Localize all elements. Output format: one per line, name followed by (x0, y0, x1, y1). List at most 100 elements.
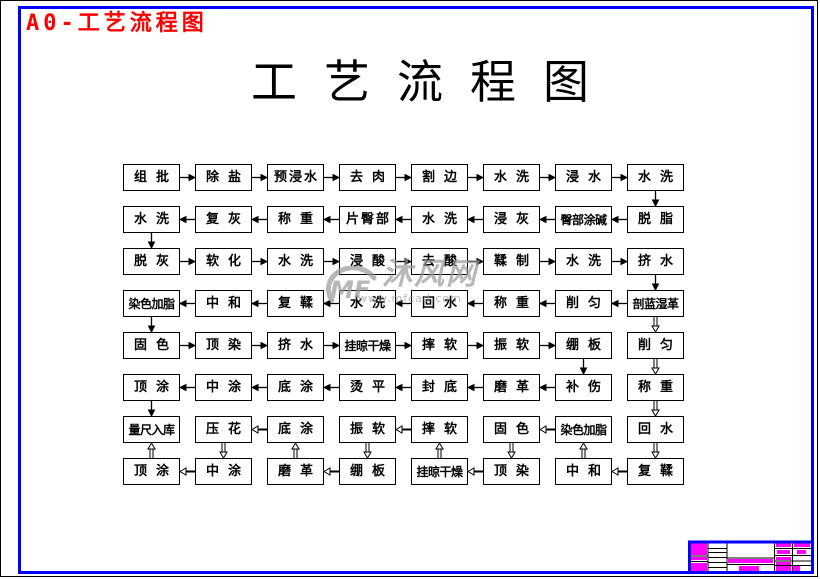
process-step-label: 固色 (493, 422, 538, 437)
process-step-label: 底涂 (277, 380, 322, 395)
process-step-label: 复鞣 (277, 296, 322, 311)
process-step-label: 中涂 (205, 464, 250, 479)
process-step-label: 水洗 (421, 212, 466, 227)
process-step: 复鞣 (267, 290, 324, 317)
process-step-label: 挂晾干燥 (344, 338, 391, 353)
process-step-label: 磨革 (277, 464, 322, 479)
process-step-label: 臀部涂碱 (560, 212, 607, 227)
process-step-label: 水洗 (493, 170, 538, 185)
process-step: 振软 (483, 332, 540, 359)
process-step: 挤水 (267, 332, 324, 359)
process-step-label: 割边 (421, 170, 466, 185)
process-step-label: 浸水 (565, 170, 610, 185)
process-step: 摔软 (411, 416, 468, 443)
process-step: 片臀部 (339, 206, 396, 233)
process-step-label: 水洗 (565, 254, 610, 269)
process-step: 脱灰 (123, 248, 180, 275)
process-step-label: 固色 (133, 338, 178, 353)
process-step: 顶染 (195, 332, 252, 359)
process-step: 顶涂 (123, 374, 180, 401)
process-step-label: 中和 (565, 464, 610, 479)
process-step-label: 顶涂 (133, 464, 178, 479)
process-step: 中和 (555, 458, 612, 485)
process-step-label: 中和 (205, 296, 250, 311)
process-step: 回水 (627, 416, 684, 443)
sheet-label: A0-工艺流程图 (26, 11, 208, 36)
process-step-label: 绷板 (565, 338, 610, 353)
process-step: 挂晾干燥 (411, 458, 468, 485)
process-step: 除盐 (195, 164, 252, 191)
process-step: 磨革 (267, 458, 324, 485)
process-step-label: 量尺入库 (128, 422, 175, 437)
process-step: 浸灰 (483, 206, 540, 233)
process-step-label: 振软 (493, 338, 538, 353)
process-step-label: 水洗 (133, 212, 178, 227)
process-step: 削匀 (555, 290, 612, 317)
process-step: 顶染 (483, 458, 540, 485)
process-step-label: 片臀部 (345, 212, 391, 227)
process-step-label: 摔软 (421, 422, 466, 437)
process-step: 预浸水 (267, 164, 324, 191)
process-step-label: 脱脂 (637, 212, 682, 227)
process-step-label: 除盐 (205, 170, 250, 185)
process-step-label: 剖蓝湿革 (632, 296, 679, 311)
process-step-label: 浸灰 (493, 212, 538, 227)
process-step: 顶涂 (123, 458, 180, 485)
process-step: 水洗 (483, 164, 540, 191)
process-step: 称重 (627, 374, 684, 401)
process-step: 绷板 (339, 458, 396, 485)
process-step-label: 水洗 (349, 296, 394, 311)
process-step-label: 绷板 (349, 464, 394, 479)
process-step: 磨革 (483, 374, 540, 401)
process-step: 染色加脂 (555, 416, 612, 443)
process-step: 补伤 (555, 374, 612, 401)
process-step: 水洗 (555, 248, 612, 275)
process-step: 振软 (339, 416, 396, 443)
process-step: 中和 (195, 290, 252, 317)
process-step-label: 挂晾干燥 (416, 464, 463, 479)
process-step: 称重 (483, 290, 540, 317)
process-step-label: 压花 (205, 422, 250, 437)
process-step: 烫平 (339, 374, 396, 401)
process-step-label: 摔软 (421, 338, 466, 353)
process-step: 固色 (483, 416, 540, 443)
process-step: 称重 (267, 206, 324, 233)
process-step: 水洗 (411, 206, 468, 233)
process-step: 剖蓝湿革 (627, 290, 684, 317)
process-step: 水洗 (339, 290, 396, 317)
process-step: 挂晾干燥 (339, 332, 396, 359)
process-step-label: 水洗 (637, 170, 682, 185)
process-step-label: 中涂 (205, 380, 250, 395)
process-step-label: 磨革 (493, 380, 538, 395)
process-step-label: 回水 (421, 296, 466, 311)
process-step-label: 补伤 (565, 380, 610, 395)
process-step: 去肉 (339, 164, 396, 191)
process-step-label: 鞣制 (493, 254, 538, 269)
process-step: 染色加脂 (123, 290, 180, 317)
process-step: 水洗 (267, 248, 324, 275)
process-step: 削匀 (627, 332, 684, 359)
process-step: 浸酸 (339, 248, 396, 275)
process-step: 量尺入库 (123, 416, 180, 443)
process-step: 压花 (195, 416, 252, 443)
process-step: 去酸 (411, 248, 468, 275)
process-step-label: 预浸水 (273, 170, 319, 185)
process-step-label: 顶染 (493, 464, 538, 479)
process-step-label: 称重 (637, 380, 682, 395)
process-step-label: 复鞣 (637, 464, 682, 479)
process-step-label: 回水 (637, 422, 682, 437)
process-step-label: 顶染 (205, 338, 250, 353)
process-step-label: 封底 (421, 380, 466, 395)
process-step-label: 组批 (133, 170, 178, 185)
process-step: 复灰 (195, 206, 252, 233)
process-step: 中涂 (195, 458, 252, 485)
process-step-label: 烫平 (349, 380, 394, 395)
process-step: 底涂 (267, 416, 324, 443)
process-step: 割边 (411, 164, 468, 191)
process-step: 回水 (411, 290, 468, 317)
process-step-label: 削匀 (637, 338, 682, 353)
process-step-label: 浸酸 (349, 254, 394, 269)
process-step: 封底 (411, 374, 468, 401)
process-step-label: 染色加脂 (128, 296, 175, 311)
process-step: 组批 (123, 164, 180, 191)
